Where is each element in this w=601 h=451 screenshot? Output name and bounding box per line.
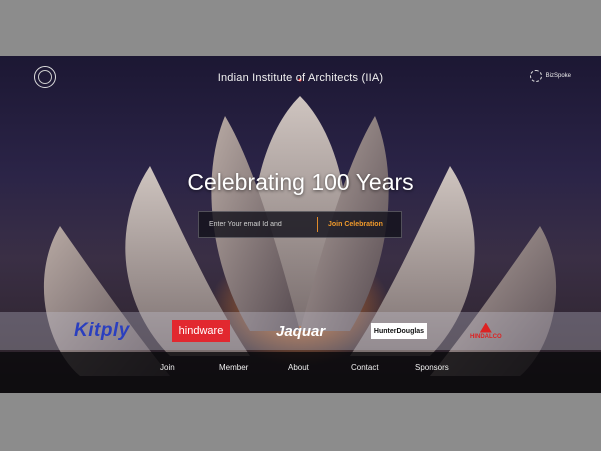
sponsor-hindware-logo[interactable]: hindware <box>172 320 230 342</box>
gear-icon <box>529 70 542 82</box>
site-title: Indian Institute of Architects (IIA) <box>217 72 384 84</box>
footer-link-sponsors[interactable]: Sponsors <box>415 363 449 372</box>
footer-link-member[interactable]: Member <box>219 363 248 372</box>
sponsor-hindalco-label: HINDALCO <box>470 333 502 340</box>
join-celebration-button[interactable]: Join Celebration <box>324 221 387 228</box>
footer-link-about[interactable]: About <box>288 363 309 372</box>
email-input[interactable] <box>207 220 311 229</box>
sponsor-mark-icon <box>479 322 492 333</box>
hero-section: Indian Institute of Architects (IIA) Biz… <box>0 56 601 393</box>
footer-nav: Join Member About Contact Sponsors <box>0 352 601 393</box>
footer-link-join[interactable]: Join <box>160 363 175 372</box>
footer-link-contact[interactable]: Contact <box>351 363 379 372</box>
brand-name: BizSpoke <box>545 73 571 79</box>
hero-heading: Celebrating 100 Years <box>187 169 414 195</box>
sponsor-strip: Kitply hindware Jaquar HunterDouglas HIN… <box>0 312 601 350</box>
sponsor-jaquar-logo[interactable]: Jaquar <box>276 320 325 342</box>
sponsor-hunterdouglas-logo[interactable]: HunterDouglas <box>371 323 427 339</box>
signup-form: Join Celebration <box>198 211 402 238</box>
bizspoke-brand[interactable]: BizSpoke <box>529 70 571 82</box>
sponsor-kitply-logo[interactable]: Kitply <box>74 320 130 342</box>
divider <box>317 217 318 232</box>
sponsor-hindalco-logo[interactable]: HINDALCO <box>470 320 502 342</box>
